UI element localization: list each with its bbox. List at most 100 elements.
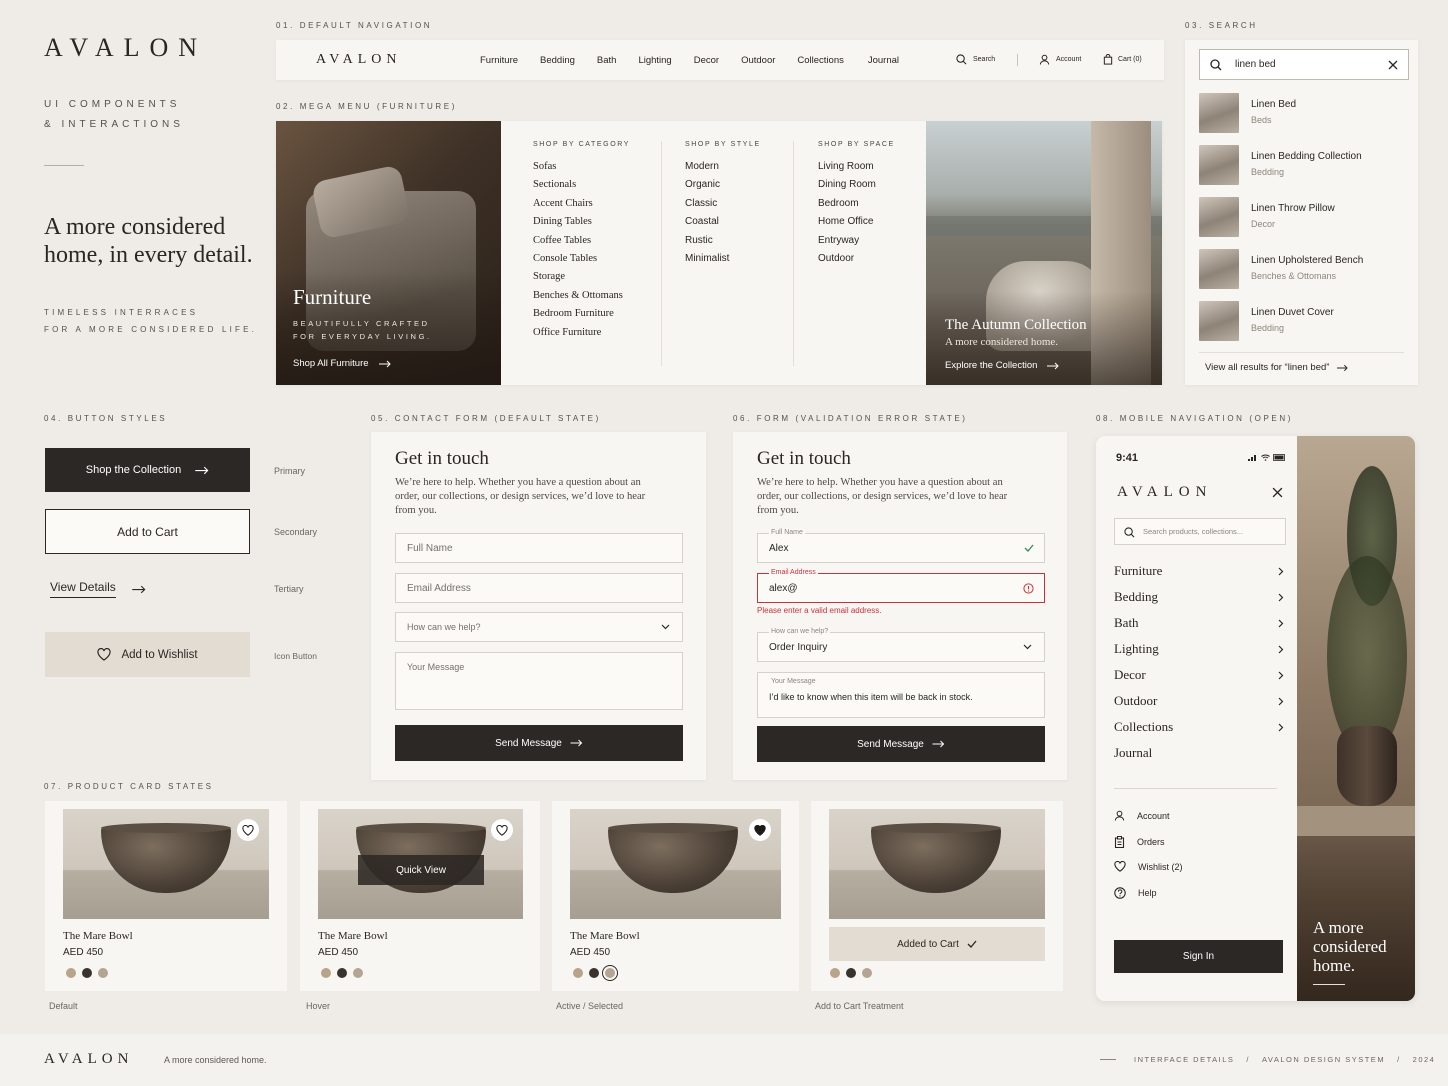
nav-logo[interactable]: AVALON (316, 52, 402, 68)
nav-link-lighting[interactable]: Lighting (638, 55, 671, 66)
help-select[interactable]: How can we help? Order Inquiry (757, 628, 1045, 662)
shop-all-link[interactable]: Shop All Furniture (293, 358, 391, 369)
color-swatch[interactable] (98, 968, 108, 978)
style-item[interactable]: Rustic (685, 232, 761, 250)
help-select[interactable]: How can we help? (395, 612, 683, 642)
style-item[interactable]: Classic (685, 195, 761, 213)
mobile-logo: AVALON (1117, 484, 1213, 500)
product-card-added[interactable]: Added to Cart (811, 801, 1063, 991)
color-swatch-selected[interactable] (603, 966, 617, 980)
color-swatch[interactable] (66, 968, 76, 978)
explore-collection-link[interactable]: Explore the Collection (945, 360, 1060, 371)
close-icon[interactable] (1388, 60, 1398, 70)
space-item[interactable]: Living Room (818, 158, 895, 176)
wishlist-toggle[interactable] (237, 819, 259, 841)
nav-link-bedding[interactable]: Bedding (540, 55, 575, 66)
category-item[interactable]: Benches & Ottomans (533, 287, 630, 305)
style-item[interactable]: Modern (685, 158, 761, 176)
category-item[interactable]: Sofas (533, 158, 630, 176)
sign-in-button[interactable]: Sign In (1114, 940, 1283, 973)
space-item[interactable]: Entryway (818, 232, 895, 250)
email-field-error[interactable]: Email Address alex@ (757, 569, 1045, 603)
mobile-nav-item-journal[interactable]: Journal (1114, 745, 1284, 761)
mobile-nav-item-bedding[interactable]: Bedding (1114, 589, 1284, 605)
color-swatch[interactable] (573, 968, 583, 978)
nav-link-bath[interactable]: Bath (597, 55, 617, 66)
full-name-field[interactable]: Full Name Alex (757, 529, 1045, 563)
space-item[interactable]: Outdoor (818, 250, 895, 268)
color-swatch[interactable] (337, 968, 347, 978)
color-swatch[interactable] (589, 968, 599, 978)
style-item[interactable]: Organic (685, 176, 761, 194)
nav-link-furniture[interactable]: Furniture (480, 55, 518, 66)
shop-collection-button[interactable]: Shop the Collection (45, 448, 250, 492)
help-value: Order Inquiry (769, 641, 828, 653)
style-item[interactable]: Coastal (685, 213, 761, 231)
category-item[interactable]: Coffee Tables (533, 232, 630, 250)
added-to-cart-button[interactable]: Added to Cart (829, 927, 1045, 961)
color-swatch[interactable] (830, 968, 840, 978)
mobile-wishlist-link[interactable]: Wishlist (2) (1114, 861, 1183, 872)
mobile-nav-item-outdoor[interactable]: Outdoor (1114, 693, 1284, 709)
color-swatch[interactable] (862, 968, 872, 978)
full-name-field[interactable]: Full Name (395, 533, 683, 563)
view-details-button[interactable]: View Details (50, 580, 146, 598)
nav-cart[interactable]: Cart (0) (1103, 54, 1142, 65)
mobile-account-link[interactable]: Account (1114, 810, 1170, 821)
color-swatch[interactable] (321, 968, 331, 978)
category-item[interactable]: Storage (533, 268, 630, 286)
space-item[interactable]: Dining Room (818, 176, 895, 194)
wishlist-toggle-active[interactable] (749, 819, 771, 841)
mobile-nav-item-collections[interactable]: Collections (1114, 719, 1284, 735)
message-textarea[interactable]: Your Message (395, 652, 683, 710)
color-swatch[interactable] (846, 968, 856, 978)
search-result[interactable]: Linen Duvet Cover Bedding (1199, 301, 1409, 341)
space-item[interactable]: Home Office (818, 213, 895, 231)
add-to-cart-button[interactable]: Add to Cart (45, 509, 250, 554)
category-item[interactable]: Sectionals (533, 176, 630, 194)
mobile-nav-item-decor[interactable]: Decor (1114, 667, 1284, 683)
add-to-wishlist-button[interactable]: Add to Wishlist (45, 632, 250, 677)
mobile-help-link[interactable]: Help (1114, 887, 1157, 899)
wishlist-toggle[interactable] (491, 819, 513, 841)
category-item[interactable]: Dining Tables (533, 213, 630, 231)
color-swatch[interactable] (353, 968, 363, 978)
section-label: 02. MEGA MENU (FURNITURE) (276, 102, 458, 111)
search-result[interactable]: Linen Bedding Collection Bedding (1199, 145, 1409, 185)
category-item[interactable]: Console Tables (533, 250, 630, 268)
space-item[interactable]: Bedroom (818, 195, 895, 213)
close-icon[interactable] (1272, 487, 1283, 498)
color-swatch[interactable] (82, 968, 92, 978)
category-item[interactable]: Accent Chairs (533, 195, 630, 213)
nav-link-journal[interactable]: Journal (868, 55, 899, 66)
send-message-button[interactable]: Send Message (757, 726, 1045, 762)
mobile-orders-link[interactable]: Orders (1114, 836, 1165, 848)
category-item[interactable]: Office Furniture (533, 324, 630, 342)
nav-link-collections[interactable]: Collections (797, 55, 843, 66)
message-textarea[interactable]: Your Message I’d like to know when this … (757, 672, 1045, 718)
search-input[interactable]: linen bed (1199, 49, 1409, 80)
product-card-active[interactable]: The Mare Bowl AED 450 (552, 801, 799, 991)
view-all-results-link[interactable]: View all results for “linen bed” (1205, 362, 1349, 373)
mobile-nav-item-furniture[interactable]: Furniture (1114, 563, 1284, 579)
nav-link-decor[interactable]: Decor (694, 55, 719, 66)
mobile-search-input[interactable]: Search products, collections... (1114, 518, 1286, 545)
search-result[interactable]: Linen Upholstered Bench Benches & Ottoman… (1199, 249, 1409, 289)
search-result[interactable]: Linen Bed Beds (1199, 93, 1409, 133)
product-card-default[interactable]: The Mare Bowl AED 450 (45, 801, 287, 991)
nav-link-outdoor[interactable]: Outdoor (741, 55, 775, 66)
category-item[interactable]: Bedroom Furniture (533, 305, 630, 323)
clipboard-icon (1114, 836, 1125, 848)
nav-search[interactable]: Search (956, 54, 995, 65)
mobile-nav-item-lighting[interactable]: Lighting (1114, 641, 1284, 657)
style-item[interactable]: Minimalist (685, 250, 761, 268)
space-heading: SHOP BY SPACE (818, 141, 895, 148)
nav-account[interactable]: Account (1039, 54, 1081, 65)
send-message-button[interactable]: Send Message (395, 725, 683, 761)
email-field[interactable]: Email Address (395, 573, 683, 603)
mobile-nav-item-bath[interactable]: Bath (1114, 615, 1284, 631)
product-image (63, 809, 269, 919)
search-result[interactable]: Linen Throw Pillow Decor (1199, 197, 1409, 237)
product-card-hover[interactable]: Quick View The Mare Bowl AED 450 (300, 801, 540, 991)
quick-view-button[interactable]: Quick View (358, 855, 484, 885)
